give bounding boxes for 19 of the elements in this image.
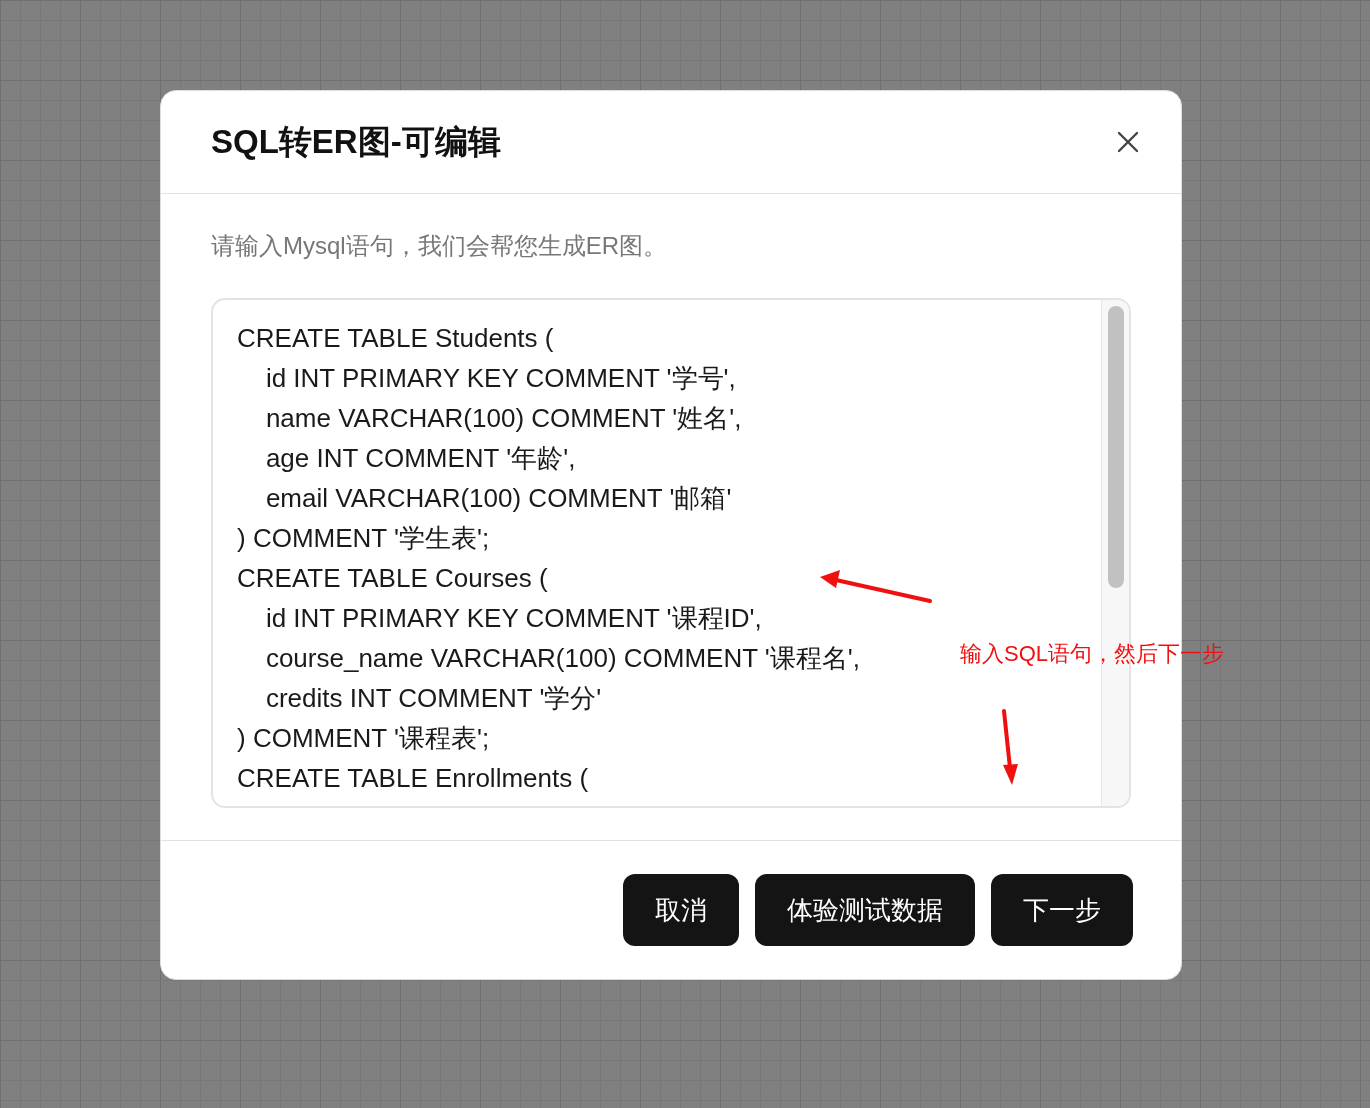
- dialog-button[interactable]: 取消: [623, 874, 739, 946]
- close-icon: [1117, 131, 1139, 153]
- code-line: credits INT COMMENT '学分': [264, 682, 602, 715]
- dialog-button[interactable]: 下一步: [991, 874, 1133, 946]
- code-line: CREATE TABLE Students (: [237, 322, 554, 355]
- dialog-button[interactable]: 体验测试数据: [755, 874, 975, 946]
- code-line: age INT COMMENT '年龄',: [264, 442, 576, 475]
- code-line: email VARCHAR(100) COMMENT '邮箱': [264, 482, 732, 515]
- code-line: course_name VARCHAR(100) COMMENT '课程名',: [264, 642, 860, 675]
- instruction-text: 请输入Mysql语句，我们会帮您生成ER图。: [211, 231, 668, 261]
- code-line: CREATE TABLE Courses (: [237, 562, 548, 595]
- dialog-title: SQL转ER图-可编辑: [211, 121, 501, 162]
- code-line: ) COMMENT '学生表';: [237, 522, 490, 555]
- code-line: ) COMMENT '课程表';: [237, 722, 490, 755]
- code-line: name VARCHAR(100) COMMENT '姓名',: [264, 402, 742, 435]
- code-line: id INT PRIMARY KEY COMMENT '课程ID',: [264, 602, 762, 635]
- code-line: CREATE TABLE Enrollments (: [237, 762, 589, 795]
- code-line: id INT PRIMARY KEY COMMENT '学号',: [264, 362, 736, 395]
- scrollbar-thumb[interactable]: [1108, 306, 1124, 588]
